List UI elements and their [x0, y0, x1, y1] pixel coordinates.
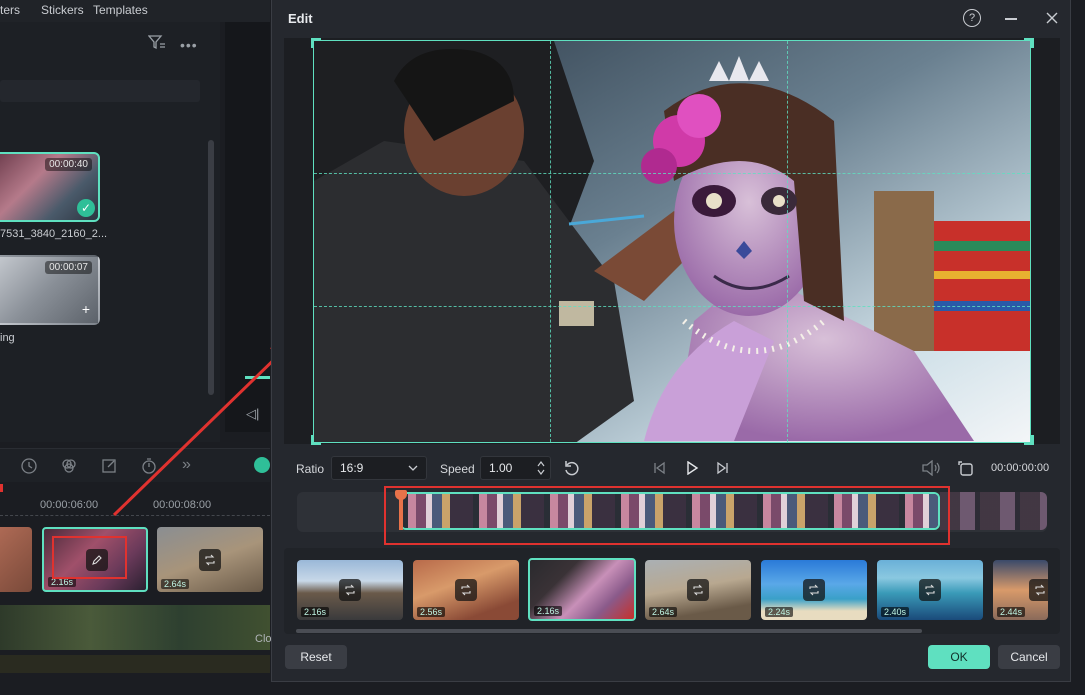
filter-icon[interactable] [147, 34, 168, 52]
crop-guide-v2 [786, 41, 788, 442]
clip-duration: 2.44s [997, 607, 1026, 617]
loop-icon[interactable] [687, 579, 709, 601]
filmstrip-tail [940, 492, 1047, 530]
crop-guide-v1 [550, 41, 552, 442]
next-frame-icon[interactable] [715, 461, 729, 475]
ruler-time: 00:00:06:00 [40, 499, 99, 511]
clip-thumbnail[interactable]: 2.64s [645, 560, 751, 620]
media-filename: ing [0, 332, 15, 344]
trim-highlight-box [384, 486, 950, 545]
reset-button[interactable]: Reset [285, 645, 347, 669]
check-icon: ✓ [77, 199, 95, 217]
bg-menu-bar: ters Stickers Templates [0, 0, 270, 22]
media-duration: 00:00:07 [45, 261, 92, 274]
play-icon[interactable] [685, 461, 699, 475]
loop-icon[interactable] [339, 579, 361, 601]
color-icon[interactable] [60, 457, 78, 475]
annotation-arrow [112, 340, 294, 517]
bg-tab-stickers[interactable]: Stickers [41, 3, 84, 17]
crop-guide-h2 [314, 305, 1030, 307]
clip-duration: 2.16s [534, 606, 563, 616]
stepper-arrows-icon[interactable] [537, 460, 545, 476]
speed-value: 1.00 [489, 461, 513, 475]
clip-thumbnail[interactable]: 2.44s [993, 560, 1048, 620]
cancel-button[interactable]: Cancel [998, 645, 1060, 669]
clip-duration: 2.64s [161, 579, 190, 589]
clip-duration: 2.16s [301, 607, 330, 617]
dialog-title: Edit [288, 11, 313, 26]
help-icon[interactable]: ? [963, 9, 981, 27]
plus-icon[interactable]: + [82, 301, 90, 317]
speed-stepper[interactable]: 1.00 [480, 456, 551, 480]
more-icon[interactable]: ••• [180, 37, 198, 53]
crop-guide-h1 [314, 173, 1030, 175]
ratio-value: 16:9 [340, 461, 364, 475]
crop-handle-tl[interactable] [311, 38, 321, 48]
crop-handle-tr[interactable] [1024, 38, 1034, 48]
close-icon[interactable] [1043, 9, 1061, 27]
loop-icon[interactable] [919, 579, 941, 601]
crop-handle-bl[interactable] [311, 435, 321, 445]
speed-icon[interactable] [20, 457, 38, 475]
clip-thumbnail[interactable]: 2.16s [297, 560, 403, 620]
prev-frame-icon[interactable] [653, 461, 667, 475]
preview-image[interactable] [313, 40, 1031, 443]
speed-label: Speed [440, 462, 475, 476]
snapshot-icon[interactable] [957, 459, 975, 477]
bg-audio-waveform[interactable] [0, 655, 270, 673]
ratio-label: Ratio [296, 462, 325, 476]
timeline-clip[interactable] [0, 527, 32, 592]
loop-icon[interactable] [803, 579, 825, 601]
thumbnails-scrollbar[interactable] [296, 629, 922, 633]
timecode: 00:00:00:00 [991, 462, 1050, 474]
preview-photo-illustration [314, 41, 1030, 442]
track2-label: Clo [255, 633, 272, 645]
clip-duration: 2.56s [417, 607, 446, 617]
bg-search-input[interactable] [0, 80, 200, 102]
chevron-down-icon [408, 465, 418, 471]
ok-button[interactable]: OK [928, 645, 990, 669]
media-thumb-portrait[interactable]: 00:00:40 ✓ [0, 152, 100, 222]
loop-icon[interactable] [455, 579, 477, 601]
clip-thumbnail[interactable]: 2.56s [413, 560, 519, 620]
bg-tab-filters[interactable]: ters [0, 3, 20, 17]
clip-thumbnail[interactable]: 2.40s [877, 560, 983, 620]
media-thumb-meeting[interactable]: 00:00:07 + [0, 255, 100, 325]
clip-thumbnails-bar: 2.16s 2.56s 2.16s 2.64s 2.24s 2.40s 2.44… [284, 548, 1060, 634]
reset-rotate-icon[interactable] [563, 459, 581, 477]
volume-icon[interactable] [921, 460, 941, 476]
clip-duration: 2.64s [649, 607, 678, 617]
clip-duration: 2.40s [881, 607, 910, 617]
bg-tab-templates[interactable]: Templates [93, 3, 148, 17]
loop-icon[interactable] [1028, 579, 1048, 601]
timeline-clip[interactable]: 2.64s [157, 527, 263, 592]
media-duration: 00:00:40 [45, 158, 92, 171]
playhead[interactable] [0, 484, 3, 492]
bg-video-track-2[interactable]: Clo [0, 605, 272, 650]
crop-handle-br[interactable] [1024, 435, 1034, 445]
ratio-select[interactable]: 16:9 [331, 456, 427, 480]
clip-highlight-box [52, 536, 127, 579]
media-filename: 7531_3840_2160_2... [0, 228, 108, 240]
clip-thumbnail-selected[interactable]: 2.16s [528, 558, 636, 621]
loop-icon[interactable] [199, 548, 221, 571]
minimize-icon[interactable] [1005, 18, 1017, 20]
clip-thumbnail[interactable]: 2.24s [761, 560, 867, 620]
clip-duration: 2.24s [765, 607, 794, 617]
